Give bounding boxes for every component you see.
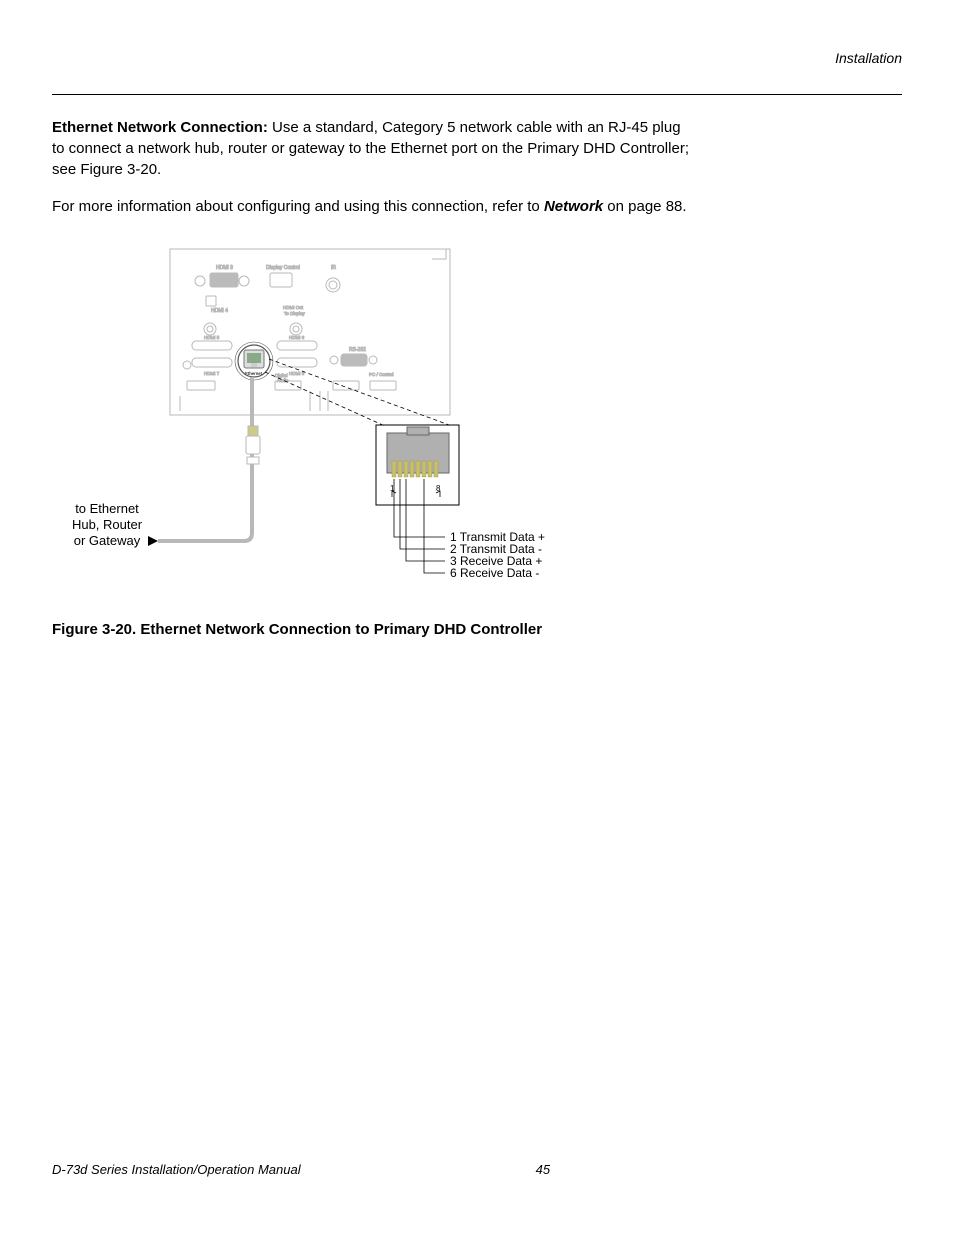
footer-page-number: 45 bbox=[536, 1162, 550, 1177]
svg-text:Hub, Router: Hub, Router bbox=[72, 517, 143, 532]
svg-text:HDMI 3: HDMI 3 bbox=[216, 265, 233, 271]
svg-text:HDMI 7: HDMI 7 bbox=[204, 371, 220, 376]
svg-text:HDMI 8: HDMI 8 bbox=[289, 371, 305, 376]
page-footer: D-73d Series Installation/Operation Manu… bbox=[52, 1162, 902, 1177]
svg-text:or Gateway: or Gateway bbox=[74, 533, 141, 548]
svg-text:PC / Control: PC / Control bbox=[369, 372, 394, 377]
svg-text:HDMI 5: HDMI 5 bbox=[204, 335, 220, 340]
para2-link: Network bbox=[544, 198, 603, 215]
para1-lead: Ethernet Network Connection: bbox=[52, 119, 268, 136]
svg-text:6 Receive Data -: 6 Receive Data - bbox=[450, 566, 539, 580]
paragraph-1: Ethernet Network Connection: Use a stand… bbox=[52, 117, 692, 180]
svg-text:to Ethernet: to Ethernet bbox=[75, 501, 139, 516]
svg-text:Display Control: Display Control bbox=[266, 265, 300, 271]
svg-text:RS-232: RS-232 bbox=[349, 347, 366, 353]
svg-text:HDMI 6: HDMI 6 bbox=[289, 335, 305, 340]
svg-text:IR: IR bbox=[331, 265, 336, 271]
para2-post: on page 88. bbox=[603, 198, 686, 215]
section-header: Installation bbox=[52, 50, 902, 66]
svg-text:HDMI 4: HDMI 4 bbox=[211, 308, 228, 314]
svg-text:To Display: To Display bbox=[284, 311, 306, 316]
divider bbox=[52, 94, 902, 95]
svg-text:HDMI Out: HDMI Out bbox=[283, 305, 304, 310]
paragraph-2: For more information about configuring a… bbox=[52, 196, 692, 217]
figure-3-20: HDMI 3 Display Control IR HDMI 4 bbox=[52, 241, 902, 601]
figure-caption: Figure 3-20. Ethernet Network Connection… bbox=[52, 621, 902, 638]
para2-pre: For more information about configuring a… bbox=[52, 198, 544, 215]
diagram-svg: HDMI 3 Display Control IR HDMI 4 bbox=[52, 241, 812, 601]
footer-title: D-73d Series Installation/Operation Manu… bbox=[52, 1162, 301, 1177]
